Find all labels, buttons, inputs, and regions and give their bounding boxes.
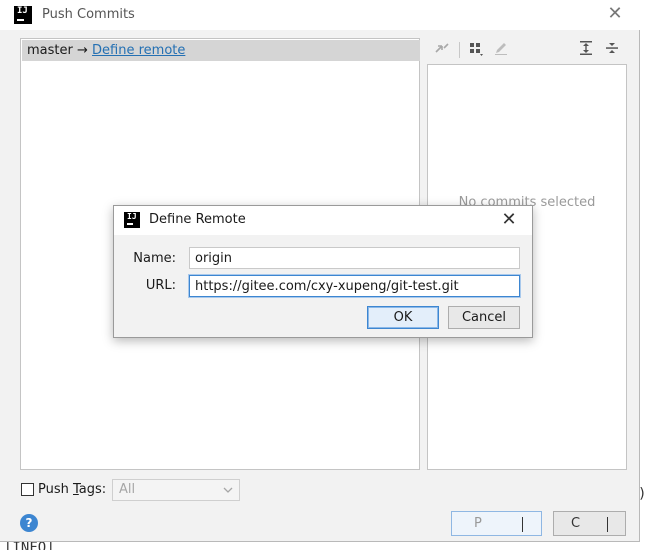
define-remote-dialog: IJ Define Remote ✕ Name: URL: OK Cancel: [113, 205, 533, 338]
cancel-push-button[interactable]: C: [553, 511, 626, 536]
tags-select-value: All: [119, 482, 136, 497]
intellij-logo-icon: IJ: [14, 6, 32, 24]
remote-url-input[interactable]: [189, 275, 520, 297]
intellij-logo-icon: IJ: [124, 212, 140, 228]
push-tags-label-part: Push: [38, 482, 73, 497]
name-label: Name:: [133, 251, 176, 266]
dialog-close-icon[interactable]: ✕: [498, 209, 520, 231]
help-icon[interactable]: ?: [20, 514, 38, 532]
push-button[interactable]: P: [451, 511, 542, 536]
ok-button[interactable]: OK: [367, 306, 439, 329]
cancel-push-button-label: C: [571, 516, 581, 531]
window-title: Push Commits: [42, 7, 135, 22]
branch-row[interactable]: master → Define remote: [22, 40, 420, 61]
toolbar-separator: [459, 42, 460, 58]
expand-all-icon[interactable]: [577, 40, 595, 58]
define-remote-link[interactable]: Define remote: [92, 43, 185, 58]
group-by-icon[interactable]: [467, 40, 485, 58]
push-tags-checkbox[interactable]: [21, 483, 34, 496]
button-cursor-bar: [522, 517, 523, 532]
push-button-label: P: [474, 516, 482, 531]
edit-icon[interactable]: [492, 40, 510, 58]
url-label: URL:: [145, 278, 176, 293]
branch-arrow: →: [76, 43, 88, 58]
remote-name-input[interactable]: [189, 247, 520, 269]
window-close-icon[interactable]: ✕: [604, 4, 626, 24]
window-titlebar[interactable]: IJ Push Commits ✕: [0, 0, 640, 30]
cancel-button[interactable]: Cancel: [448, 306, 520, 329]
chevron-down-icon: [223, 480, 233, 508]
dialog-titlebar[interactable]: IJ Define Remote ✕: [114, 206, 532, 235]
push-tags-label[interactable]: Push Tags:: [38, 482, 106, 497]
tags-select[interactable]: All: [112, 479, 240, 501]
collapse-all-icon[interactable]: [603, 40, 621, 58]
dialog-title: Define Remote: [149, 212, 246, 227]
merge-arrows-icon[interactable]: [433, 40, 451, 58]
local-branch-name: master: [27, 43, 73, 58]
button-cursor-bar: [607, 517, 608, 532]
push-tags-label-part: ags:: [78, 482, 107, 497]
